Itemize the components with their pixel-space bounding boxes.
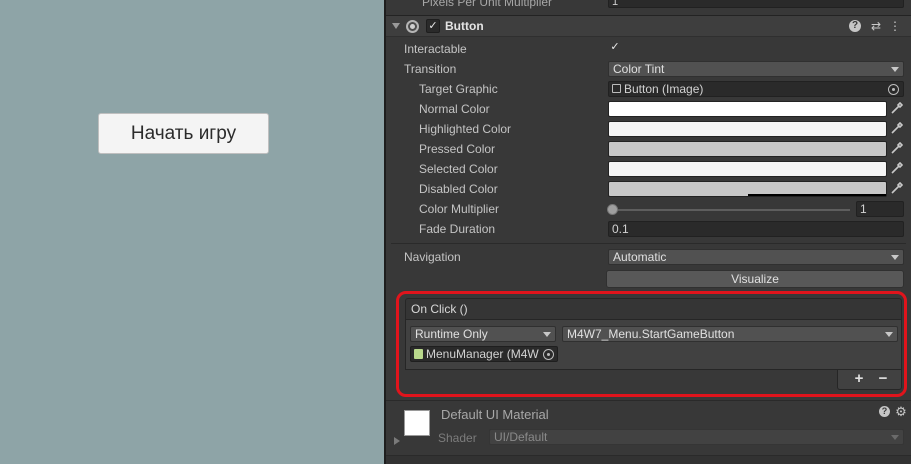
target-graphic-field[interactable]: Button (Image) [608, 81, 904, 97]
inspector-bottom-edge [386, 455, 911, 464]
button-component-icon [406, 20, 419, 33]
section-divider [391, 243, 906, 244]
navigation-value: Automatic [613, 250, 667, 264]
component-title: Button [445, 19, 484, 33]
help-icon[interactable]: ? [879, 406, 890, 417]
chevron-down-icon [891, 67, 899, 72]
transition-dropdown[interactable]: Color Tint [608, 61, 904, 77]
function-dropdown[interactable]: M4W7_Menu.StartGameButton [562, 326, 898, 342]
disabled-color-label: Disabled Color [419, 182, 498, 196]
highlighted-color-label: Highlighted Color [419, 122, 512, 136]
add-listener-button[interactable]: + [849, 370, 869, 388]
material-preview[interactable] [404, 410, 430, 436]
inspector-panel: Pixels Per Unit Multiplier 1 ✓ Button ? … [386, 0, 911, 464]
alpha-bar [747, 194, 886, 196]
start-game-button[interactable]: Начать игру [98, 113, 269, 154]
runtime-value: Runtime Only [415, 327, 488, 341]
function-value: M4W7_Menu.StartGameButton [567, 327, 735, 341]
game-view: Начать игру [0, 0, 384, 464]
chevron-down-icon [891, 435, 899, 440]
target-graphic-label: Target Graphic [419, 82, 498, 96]
color-multiplier-slider-track[interactable] [610, 209, 850, 211]
selected-color-label: Selected Color [419, 162, 498, 176]
color-multiplier-slider-thumb[interactable] [607, 204, 618, 215]
script-icon [414, 349, 423, 359]
presets-icon[interactable]: ⇄ [869, 19, 883, 33]
on-click-header: On Click () [405, 298, 902, 320]
chevron-down-icon [543, 332, 551, 337]
transition-value: Color Tint [613, 62, 665, 76]
transition-label: Transition [404, 62, 457, 76]
material-title: Default UI Material [441, 407, 549, 422]
eyedropper-icon[interactable] [890, 161, 904, 176]
fade-duration-label: Fade Duration [419, 222, 496, 236]
component-menu-icon[interactable]: ⋮ [888, 19, 902, 33]
component-enabled-checkbox[interactable]: ✓ [426, 19, 440, 33]
pixels-per-unit-row: Pixels Per Unit Multiplier 1 [386, 0, 911, 13]
interactable-label: Interactable [404, 42, 467, 56]
visualize-button[interactable]: Visualize [606, 270, 904, 288]
help-icon[interactable]: ? [849, 20, 861, 32]
fade-duration-field[interactable]: 0.1 [608, 221, 904, 237]
foldout-arrow-icon[interactable] [392, 23, 400, 29]
on-click-footer: + − [837, 370, 902, 390]
shader-label: Shader [438, 431, 477, 445]
color-multiplier-field[interactable]: 1 [856, 201, 904, 217]
pixels-per-unit-field[interactable]: 1 [608, 0, 904, 8]
color-multiplier-label: Color Multiplier [419, 202, 500, 216]
image-icon [612, 84, 621, 93]
pixels-per-unit-label: Pixels Per Unit Multiplier [422, 0, 553, 9]
section-divider [386, 400, 911, 401]
gear-icon[interactable]: ⚙ [894, 405, 908, 419]
shader-dropdown[interactable]: UI/Default [489, 429, 904, 445]
highlighted-color-field[interactable] [608, 121, 887, 137]
selected-color-field[interactable] [608, 161, 887, 177]
eyedropper-icon[interactable] [890, 121, 904, 136]
target-object-value: MenuManager (M4W [426, 347, 539, 361]
navigation-dropdown[interactable]: Automatic [608, 249, 904, 265]
normal-color-field[interactable] [608, 101, 887, 117]
chevron-down-icon [891, 255, 899, 260]
remove-listener-button[interactable]: − [873, 370, 893, 388]
pressed-color-field[interactable] [608, 141, 887, 157]
target-object-field[interactable]: MenuManager (M4W [410, 346, 558, 362]
navigation-label: Navigation [404, 250, 461, 264]
object-picker-icon[interactable] [888, 84, 899, 95]
eyedropper-icon[interactable] [890, 101, 904, 116]
normal-color-label: Normal Color [419, 102, 490, 116]
chevron-down-icon [885, 332, 893, 337]
pressed-color-label: Pressed Color [419, 142, 496, 156]
target-graphic-value: Button (Image) [624, 82, 704, 96]
on-click-event-panel: On Click () + − [403, 296, 906, 394]
foldout-arrow-icon[interactable] [394, 437, 400, 445]
object-picker-icon[interactable] [543, 349, 554, 360]
runtime-dropdown[interactable]: Runtime Only [410, 326, 556, 342]
shader-value: UI/Default [494, 430, 548, 444]
interactable-checkbox[interactable]: ✓ [608, 41, 622, 55]
disabled-color-field[interactable] [608, 181, 887, 197]
button-component-header[interactable]: ✓ Button ? ⇄ ⋮ [386, 15, 911, 37]
eyedropper-icon[interactable] [890, 181, 904, 196]
eyedropper-icon[interactable] [890, 141, 904, 156]
